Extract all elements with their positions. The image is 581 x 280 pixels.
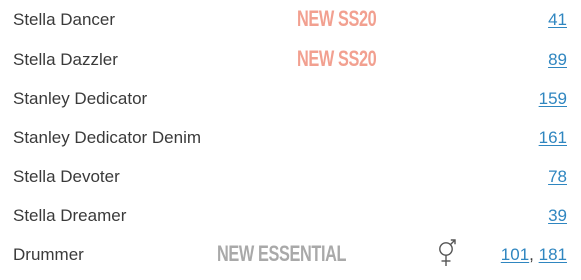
list-item: Stella Dancer NEW SS20 41 — [0, 6, 581, 34]
page-link[interactable]: 41 — [548, 10, 567, 29]
page-link[interactable]: 159 — [539, 89, 567, 108]
page-link[interactable]: 101 — [501, 245, 529, 264]
list-item: Stella Devoter 78 — [0, 163, 581, 191]
product-index-list: Stella Dancer NEW SS20 41 Stella Dazzler… — [0, 0, 581, 280]
product-name: Stella Dazzler — [13, 50, 118, 69]
product-name: Stella Devoter — [13, 167, 120, 186]
page-references: 159 — [539, 88, 567, 110]
new-ss20-badge: NEW SS20 — [297, 46, 377, 71]
new-essential-badge: NEW ESSENTIAL — [217, 241, 347, 266]
unisex-gender-icon — [434, 239, 458, 269]
list-item: Drummer NEW ESSENTIAL 101, 181 — [0, 239, 581, 269]
list-item: Stanley Dedicator 159 — [0, 85, 581, 113]
page-link[interactable]: 89 — [548, 50, 567, 69]
page-references: 161 — [539, 127, 567, 149]
product-name: Stella Dreamer — [13, 206, 127, 225]
product-name: Stella Dancer — [13, 10, 116, 29]
list-item: Stella Dazzler NEW SS20 89 — [0, 46, 581, 74]
page-link[interactable]: 161 — [539, 128, 567, 147]
product-name: Drummer — [13, 245, 84, 264]
page-separator: , — [529, 245, 539, 264]
page-link[interactable]: 39 — [548, 206, 567, 225]
page-link[interactable]: 78 — [548, 167, 567, 186]
page-references: 101, 181 — [501, 244, 567, 266]
product-name: Stanley Dedicator — [13, 89, 148, 108]
page-references: 78 — [548, 166, 567, 188]
list-item: Stella Dreamer 39 — [0, 202, 581, 230]
page-link[interactable]: 181 — [539, 245, 567, 264]
page-references: 89 — [548, 49, 567, 71]
product-name: Stanley Dedicator Denim — [13, 128, 202, 147]
list-item: Stanley Dedicator Denim 161 — [0, 124, 581, 152]
new-ss20-badge: NEW SS20 — [297, 6, 377, 31]
page-references: 39 — [548, 205, 567, 227]
page-references: 41 — [548, 9, 567, 31]
